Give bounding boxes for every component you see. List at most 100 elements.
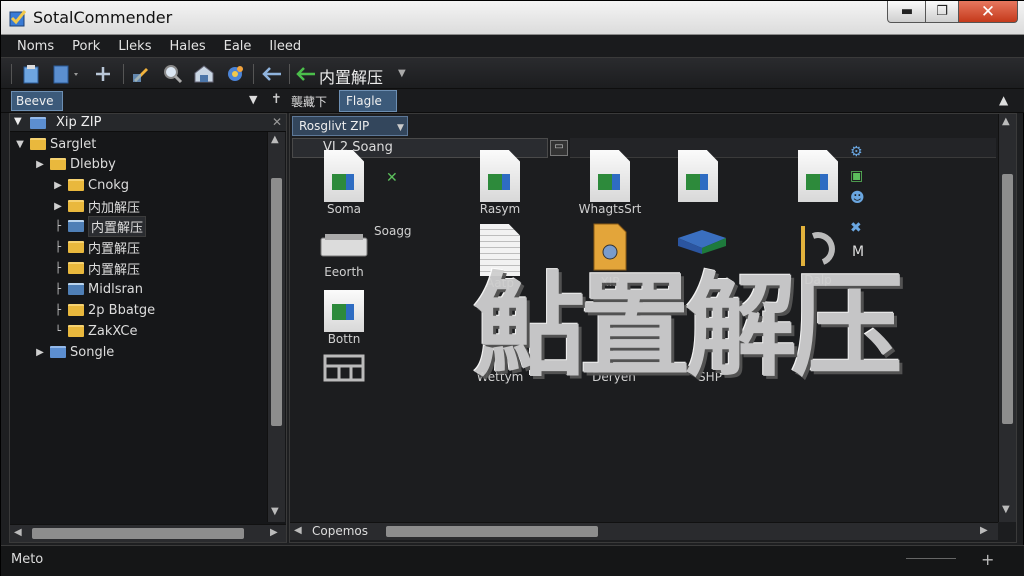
pin-icon[interactable]: ✝ (271, 92, 282, 107)
chevron-down-icon[interactable]: ▼ (398, 68, 406, 79)
toolbar-back-button[interactable] (259, 62, 285, 86)
scrollbar-thumb[interactable] (386, 526, 598, 537)
file-item[interactable]: Aatp (468, 224, 532, 290)
tree-item-selected[interactable]: ├ 内置解压 (52, 215, 147, 237)
user-icon[interactable]: ☻ (850, 190, 865, 206)
address-button[interactable]: ▭ (550, 140, 568, 156)
menu-item[interactable]: Hales (169, 39, 205, 54)
file-item[interactable]: SHP (678, 370, 742, 384)
scrollbar-thumb[interactable] (1002, 174, 1013, 424)
frame-icon[interactable]: ▣ (850, 168, 863, 184)
tree-horizontal-scrollbar[interactable]: ◀ ▶ (10, 524, 286, 542)
file-item[interactable]: Wettym (468, 370, 532, 384)
file-item[interactable]: Bottn (312, 290, 376, 346)
toolbar-archive-button[interactable] (191, 62, 217, 86)
scroll-left-icon[interactable]: ◀ (294, 525, 302, 536)
toolbar-file-button[interactable] (49, 62, 85, 86)
tree-item[interactable]: ▼ Sarglet (14, 134, 96, 154)
drive-icon (320, 234, 368, 257)
window-title: SotalCommender (33, 8, 173, 27)
folder-icon (68, 304, 84, 316)
files-horizontal-scrollbar[interactable]: ◀ Copemos ▶ (290, 522, 998, 540)
expand-arrow-icon[interactable]: ▼ (14, 116, 22, 127)
menu-item[interactable]: Ileed (269, 39, 301, 54)
file-item[interactable]: Dalp (786, 222, 850, 287)
file-item[interactable]: XIP (578, 222, 642, 289)
toolbar-settings-button[interactable] (223, 62, 247, 86)
file-item[interactable]: Rasym (468, 150, 532, 216)
extract-label[interactable]: 内置解压 (319, 64, 383, 88)
edit-icon (133, 68, 148, 82)
close-button[interactable]: ✕ (958, 1, 1018, 23)
scroll-right-icon[interactable]: ▶ (980, 525, 988, 536)
file-item[interactable]: Soma (312, 150, 376, 216)
file-item[interactable] (666, 150, 730, 202)
file-item[interactable] (312, 354, 376, 385)
scroll-down-icon[interactable]: ▼ (1002, 504, 1010, 515)
tree-item[interactable]: ├ 内置解压 (52, 258, 140, 278)
tree-item[interactable]: └ ZakXCe (52, 321, 137, 341)
toolbar-add-button[interactable] (91, 62, 115, 86)
tree-vertical-scrollbar[interactable]: ▲ ▼ (267, 132, 285, 522)
expand-arrow-icon[interactable]: ▼ (14, 139, 26, 150)
menu-item[interactable]: Noms (17, 39, 54, 54)
scroll-left-icon[interactable]: ◀ (14, 527, 22, 538)
tree-item[interactable]: ▶ Songle (34, 342, 114, 362)
archive-icon (194, 65, 214, 83)
scrollbar-thumb[interactable] (32, 528, 244, 539)
scroll-up-icon[interactable]: ▲ (1002, 116, 1010, 127)
excel-file-icon (324, 290, 364, 332)
tab-right-2[interactable]: Flagle (339, 90, 397, 112)
tree-branch-icon: ├ (54, 283, 62, 295)
maximize-icon: ❐ (936, 4, 948, 19)
toolbar-edit-button[interactable] (129, 62, 153, 86)
maximize-button[interactable]: ❐ (925, 1, 959, 23)
tab-right-1[interactable]: 襲藏下 (291, 93, 327, 110)
toolbar-search-button[interactable] (161, 62, 185, 86)
scroll-right-icon[interactable]: ▶ (270, 527, 278, 538)
tree-item[interactable]: ├ Midlsran (52, 279, 143, 299)
path-dropdown[interactable]: Rosglivt ZIP ▼ (292, 116, 408, 136)
tree-item[interactable]: ├ 2p Bbatge (52, 300, 155, 320)
menu-item[interactable]: Pork (72, 39, 100, 54)
chevron-up-icon[interactable]: ▲ (999, 93, 1008, 107)
close-icon[interactable]: ✕ (272, 115, 282, 129)
file-item[interactable]: Eeorth (312, 232, 376, 279)
scroll-down-icon[interactable]: ▼ (271, 506, 279, 517)
menu-item[interactable]: Lleks (118, 39, 151, 54)
excel-file-icon (480, 150, 520, 202)
tree-item[interactable]: ├ 内置解压 (52, 237, 140, 257)
network-icon[interactable]: ⚙ (850, 144, 863, 160)
collapse-arrow-icon[interactable]: ▶ (52, 180, 64, 191)
tab-left-panel[interactable]: Beeve (11, 91, 63, 111)
tree-item-label: Cnokg (88, 177, 130, 193)
files-vertical-scrollbar[interactable]: ▲ ▼ (998, 114, 1016, 522)
file-item[interactable]: Soagg (374, 224, 434, 238)
tree-item[interactable]: ▶ Cnokg (52, 175, 129, 195)
toolbar-clipboard-button[interactable] (19, 62, 43, 86)
collapse-arrow-icon[interactable]: ▶ (34, 159, 46, 170)
tree-item-label: ZakXCe (88, 323, 138, 339)
m-icon[interactable]: M (852, 244, 864, 260)
tree-item[interactable]: ▶ 内加解压 (52, 196, 140, 216)
collapse-arrow-icon[interactable]: ▶ (34, 347, 46, 358)
chevron-down-icon[interactable]: ▼ (249, 93, 257, 106)
scrollbar-thumb[interactable] (271, 178, 282, 426)
collapse-arrow-icon[interactable]: ▶ (52, 201, 64, 212)
file-label: Deryen (592, 370, 636, 384)
stack-icon (68, 283, 84, 295)
title-bar[interactable]: SotalCommender ▬ ❐ ✕ (1, 1, 1024, 35)
minimize-button[interactable]: ▬ (887, 1, 927, 23)
toolbar-extract-button[interactable] (293, 62, 319, 86)
file-item[interactable] (786, 150, 850, 202)
file-item[interactable]: WhagtsSrt (578, 150, 642, 216)
menu-item[interactable]: Eale (224, 39, 252, 54)
file-item[interactable] (670, 226, 734, 259)
tree-branch-icon: ├ (54, 262, 62, 274)
scroll-up-icon[interactable]: ▲ (271, 134, 279, 145)
cross-icon[interactable]: ✖ (850, 220, 862, 236)
tree-item[interactable]: ▶ Dlebby (34, 154, 116, 174)
tree-header[interactable]: ▼ Xip ZIP ✕ (10, 114, 286, 132)
resize-grip-icon[interactable]: + (981, 550, 994, 569)
file-item[interactable]: Deryen (582, 370, 646, 384)
